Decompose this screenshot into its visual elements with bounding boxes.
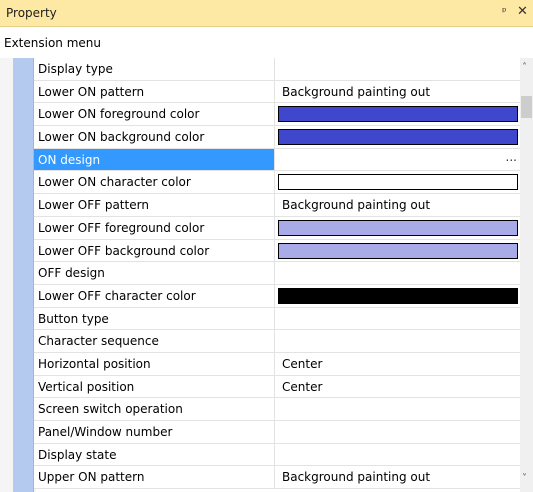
property-value[interactable] [276,262,520,284]
vertical-scrollbar[interactable]: ˄ ˅ [520,58,533,492]
property-name: Screen switch operation [34,398,275,420]
property-row[interactable]: Lower ON background color [34,126,520,149]
property-row[interactable]: Lower OFF character color [34,284,520,308]
property-name: Horizontal position [34,352,275,375]
property-value-text: Background painting out [282,84,431,99]
property-value-text: Background painting out [282,198,431,213]
property-name: Vertical position [34,375,275,398]
property-name: Lower OFF foreground color [34,216,275,239]
color-swatch[interactable] [278,106,518,123]
property-name: Lower ON background color [34,126,275,148]
scroll-down-icon[interactable]: ˅ [522,473,527,484]
pin-icon[interactable]: ᵖ [502,5,507,18]
property-row[interactable]: Display type [34,58,520,81]
property-value[interactable] [276,58,520,80]
scroll-thumb[interactable] [521,96,532,118]
property-value[interactable] [276,217,520,239]
close-icon[interactable]: ✕ [517,4,528,19]
property-value[interactable]: Center [276,376,520,398]
property-value[interactable] [276,444,520,466]
property-name: Character sequence [34,330,275,352]
property-name: Panel/Window number [34,421,275,443]
property-name: Lower ON pattern [34,80,275,103]
ellipsis-button[interactable]: ... [506,149,517,168]
property-row[interactable]: Lower ON character color [34,171,520,195]
color-swatch[interactable] [278,287,518,304]
property-value[interactable] [276,330,520,352]
property-row[interactable]: Lower OFF pattern Background painting out [34,194,520,217]
color-swatch[interactable] [278,174,518,191]
property-value[interactable]: Background painting out [276,81,520,103]
property-name: Button type [34,307,275,330]
property-name: Lower OFF background color [34,239,275,262]
property-row[interactable]: Lower ON foreground color [34,103,520,127]
property-row[interactable]: Horizontal position Center [34,352,520,376]
property-row[interactable]: Lower OFF foreground color [34,216,520,240]
property-value[interactable] [276,103,520,125]
property-value[interactable] [276,285,520,307]
category-header[interactable]: Extension menu [0,27,520,58]
property-row[interactable]: Vertical position Center [34,375,520,399]
panel-titlebar: Property ᵖ ✕ [0,0,533,27]
category-strip [13,58,34,492]
scroll-up-icon[interactable]: ˄ [522,62,527,73]
property-value[interactable]: Background painting out [276,466,520,488]
property-name: Display type [34,58,275,80]
property-row[interactable]: Upper ON pattern Background painting out [34,466,520,490]
property-value-text: Background painting out [282,470,431,485]
property-value[interactable] [276,126,520,148]
category-label: Extension menu [4,36,102,50]
property-name: Lower OFF character color [34,284,275,307]
property-value[interactable]: Background painting out [276,194,520,216]
property-name: Upper ON pattern [34,466,275,489]
property-name: OFF design [34,262,275,284]
property-name: Display state [34,443,275,466]
color-swatch[interactable] [278,219,518,236]
property-row[interactable]: ON design... [34,148,520,172]
property-value[interactable]: ... [276,149,520,171]
property-grid: Display type Lower ON pattern Background p… [34,58,520,490]
property-value[interactable] [276,421,520,443]
property-value[interactable] [276,308,520,330]
color-swatch[interactable] [278,129,518,146]
property-name: ON design [34,148,275,171]
property-value[interactable] [276,171,520,193]
property-value[interactable] [276,398,520,420]
property-value-text: Center [282,356,323,371]
property-row[interactable]: Screen switch operation [34,398,520,421]
property-value[interactable] [276,240,520,262]
property-value[interactable]: Center [276,353,520,375]
property-name: Lower ON character color [34,171,275,194]
property-value-text: Center [282,379,323,394]
property-row[interactable]: Display state [34,443,520,467]
property-name: Lower OFF pattern [34,194,275,216]
property-row[interactable]: Lower ON pattern Background painting out [34,80,520,104]
property-row[interactable]: Character sequence [34,330,520,353]
property-name: Lower ON foreground color [34,103,275,126]
color-swatch[interactable] [278,242,518,259]
property-row[interactable]: Lower OFF background color [34,239,520,263]
property-row[interactable]: Panel/Window number [34,421,520,444]
property-row[interactable]: OFF design [34,262,520,285]
property-row[interactable]: Button type [34,307,520,331]
panel-title: Property [6,6,57,20]
